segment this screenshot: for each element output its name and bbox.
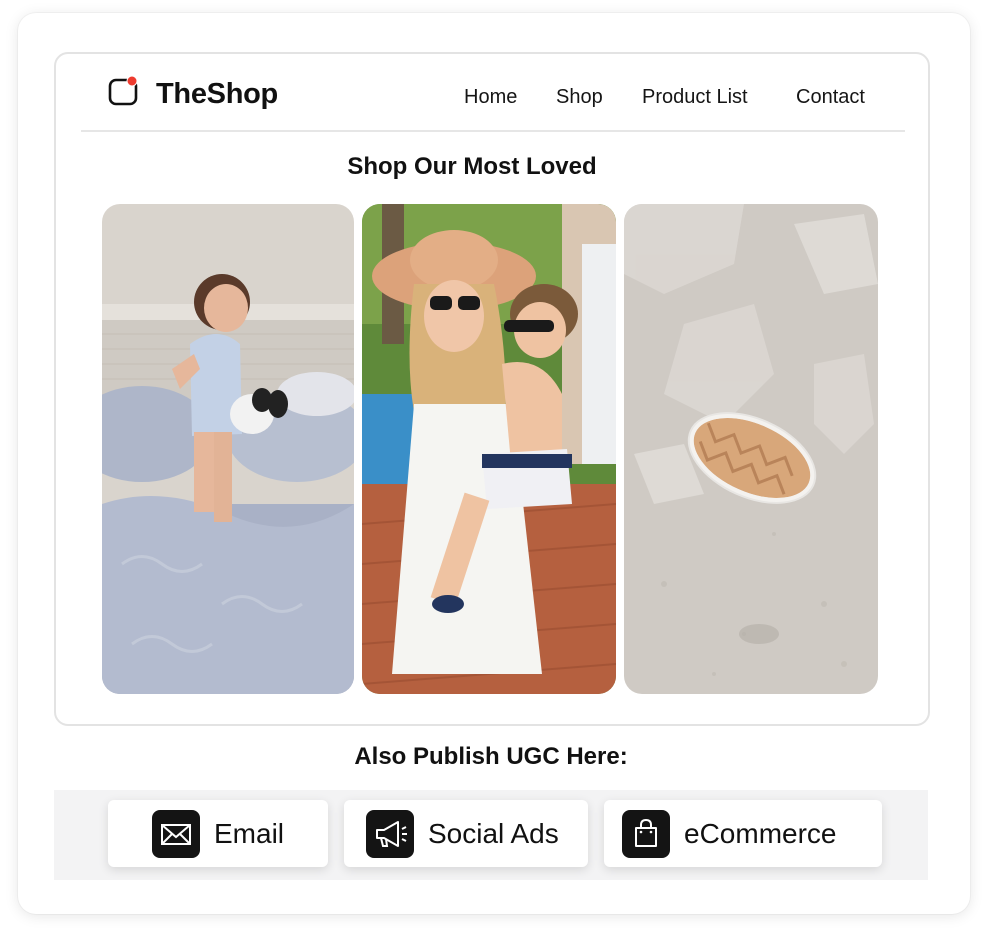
megaphone-icon <box>366 810 414 858</box>
shopping-bag-icon <box>622 810 670 858</box>
publish-section-title: Also Publish UGC Here: <box>354 743 628 770</box>
nav-home[interactable]: Home <box>464 85 517 109</box>
ugc-photo-mother-child[interactable] <box>362 204 616 694</box>
logo-icon <box>108 76 138 106</box>
ugc-photo-toddler-bed[interactable] <box>102 204 354 694</box>
nav-product-list[interactable]: Product List <box>642 85 748 109</box>
photo-toddler-bed-image <box>102 204 354 694</box>
ugc-photo-ring-sand[interactable] <box>624 204 878 694</box>
header-divider <box>81 130 905 132</box>
channel-ecommerce-label: eCommerce <box>684 818 837 849</box>
channel-email-label: Email <box>214 818 285 849</box>
channel-social-ads-label: Social Ads <box>428 818 559 849</box>
channel-ecommerce-button[interactable]: eCommerce <box>604 800 882 867</box>
channel-email-button[interactable]: Email <box>108 800 328 867</box>
envelope-icon <box>152 810 200 858</box>
nav-shop[interactable]: Shop <box>556 85 603 109</box>
photo-ring-sand-image <box>624 204 878 694</box>
section-title: Shop Our Most Loved <box>347 153 597 180</box>
channel-social-ads-button[interactable]: Social Ads <box>344 800 588 867</box>
photo-mother-child-image <box>362 204 616 694</box>
brand-name[interactable]: TheShop <box>156 77 278 111</box>
nav-contact[interactable]: Contact <box>796 85 865 109</box>
